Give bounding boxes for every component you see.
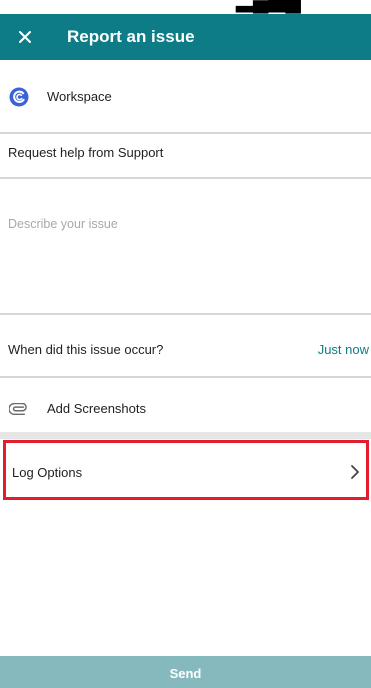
page-title: Report an issue (67, 27, 195, 46)
app-bar: Report an issue (0, 14, 371, 60)
report-issue-screen: ▂▄▆█ Report an issue Workspace Request h… (0, 0, 371, 688)
status-bar-glyph: ▂▄▆█ (236, 0, 301, 11)
divider (0, 132, 371, 134)
send-button[interactable]: Send (0, 656, 371, 688)
chevron-right-icon (351, 465, 359, 479)
occurrence-label: When did this issue occur? (8, 342, 164, 357)
subject-field[interactable]: Request help from Support (8, 140, 363, 166)
log-options-row[interactable]: Log Options (3, 440, 369, 500)
close-button[interactable] (10, 22, 40, 52)
divider (0, 177, 371, 179)
status-strip: ▂▄▆█ (0, 0, 371, 14)
workspace-logo-icon (9, 87, 29, 107)
occurrence-value-link[interactable]: Just now (318, 340, 369, 360)
paperclip-icon (9, 403, 27, 415)
describe-issue-input[interactable]: Describe your issue (8, 214, 363, 294)
log-options-label: Log Options (12, 465, 83, 480)
workspace-label: Workspace (47, 89, 112, 104)
add-screenshots-label: Add Screenshots (47, 401, 147, 416)
close-icon (19, 31, 31, 43)
section-gap (0, 432, 371, 439)
